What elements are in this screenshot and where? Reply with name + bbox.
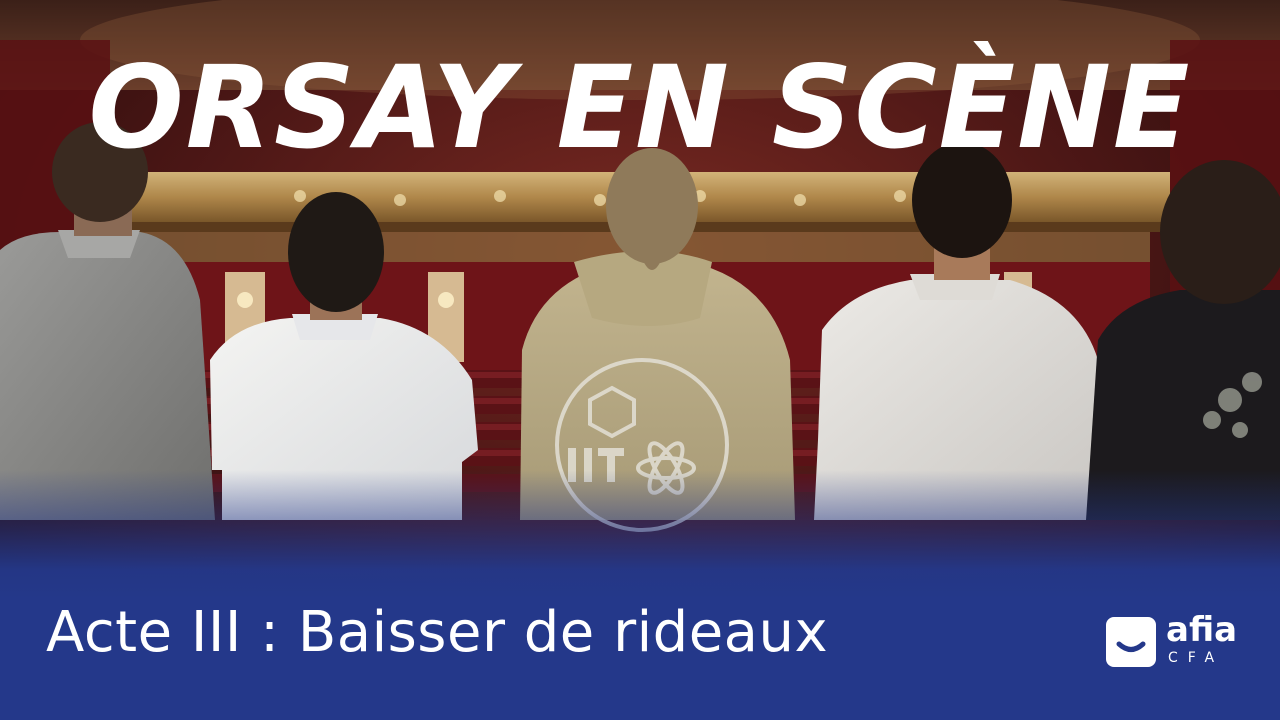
subtitle: Acte III : Baisser de rideaux: [46, 600, 829, 665]
smile-logo-icon: [1106, 617, 1156, 667]
logo-sub: CFA: [1168, 650, 1225, 666]
page-title: ORSAY EN SCÈNE: [88, 41, 1192, 175]
afia-cfa-logo: afia CFA: [1106, 613, 1246, 673]
logo-word: afia: [1166, 610, 1238, 650]
